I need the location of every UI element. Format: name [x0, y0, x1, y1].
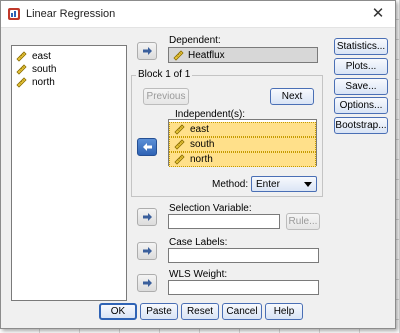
ruler-icon — [174, 124, 185, 135]
title-bar: Linear Regression ✕ — [1, 1, 395, 28]
move-to-independent-button[interactable] — [137, 138, 157, 156]
help-button[interactable]: Help — [265, 303, 303, 320]
wls-weight-label: WLS Weight: — [169, 269, 228, 280]
right-arrow-icon — [143, 47, 152, 55]
next-button[interactable]: Next — [270, 88, 314, 105]
variable-label: north — [32, 77, 55, 88]
selection-variable-label: Selection Variable: — [169, 203, 252, 214]
move-to-case-labels-button[interactable] — [137, 242, 157, 260]
method-value: Enter — [256, 179, 280, 190]
ruler-icon — [16, 77, 27, 88]
close-button[interactable]: ✕ — [367, 4, 389, 24]
list-item[interactable]: east — [12, 50, 126, 63]
variable-label: south — [32, 64, 57, 75]
selection-variable-field[interactable] — [168, 214, 280, 229]
options-button[interactable]: Options... — [334, 97, 388, 114]
linear-regression-dialog: Linear Regression ✕ east south north Dep… — [0, 0, 396, 329]
list-item[interactable]: east — [169, 122, 316, 137]
independent-list[interactable]: east south north — [168, 119, 317, 167]
move-to-selection-button[interactable] — [137, 208, 157, 226]
ruler-icon — [16, 51, 27, 62]
method-select[interactable]: Enter — [251, 176, 317, 192]
right-arrow-icon — [143, 247, 152, 255]
variable-label: east — [32, 51, 51, 62]
dependent-value: Heatflux — [188, 50, 225, 61]
right-arrow-icon — [143, 213, 152, 221]
dependent-label: Dependent: — [169, 35, 221, 46]
variable-label: north — [190, 154, 213, 165]
cancel-button[interactable]: Cancel — [222, 303, 262, 320]
case-labels-field[interactable] — [168, 248, 319, 263]
rule-button[interactable]: Rule... — [286, 213, 320, 230]
paste-button[interactable]: Paste — [140, 303, 178, 320]
block-label: Block 1 of 1 — [136, 69, 193, 80]
chevron-down-icon — [304, 182, 312, 187]
dependent-field[interactable]: Heatflux — [168, 47, 318, 63]
variable-label: south — [190, 139, 215, 150]
ok-button[interactable]: OK — [99, 303, 137, 320]
ruler-icon — [174, 139, 185, 150]
plots-button[interactable]: Plots... — [334, 58, 388, 75]
list-item[interactable]: north — [12, 76, 126, 89]
ruler-icon — [174, 154, 185, 165]
close-icon: ✕ — [371, 5, 385, 22]
list-item[interactable]: south — [169, 137, 316, 152]
left-arrow-icon — [143, 143, 152, 151]
ruler-icon — [16, 64, 27, 75]
list-item[interactable]: north — [169, 152, 316, 167]
bootstrap-button[interactable]: Bootstrap... — [334, 117, 388, 134]
source-variable-list[interactable]: east south north — [11, 45, 127, 301]
previous-button[interactable]: Previous — [143, 88, 189, 105]
save-button[interactable]: Save... — [334, 78, 388, 95]
move-to-wls-weight-button[interactable] — [137, 274, 157, 292]
wls-weight-field[interactable] — [168, 280, 319, 295]
window-title: Linear Regression — [26, 8, 116, 20]
variable-label: east — [190, 124, 209, 135]
reset-button[interactable]: Reset — [181, 303, 219, 320]
move-to-dependent-button[interactable] — [137, 42, 157, 60]
list-item[interactable]: south — [12, 63, 126, 76]
ruler-icon — [173, 50, 184, 61]
case-labels-label: Case Labels: — [169, 237, 228, 248]
statistics-button[interactable]: Statistics... — [334, 38, 388, 55]
spss-app-icon — [8, 8, 20, 20]
method-label: Method: — [212, 179, 249, 190]
right-arrow-icon — [143, 279, 152, 287]
